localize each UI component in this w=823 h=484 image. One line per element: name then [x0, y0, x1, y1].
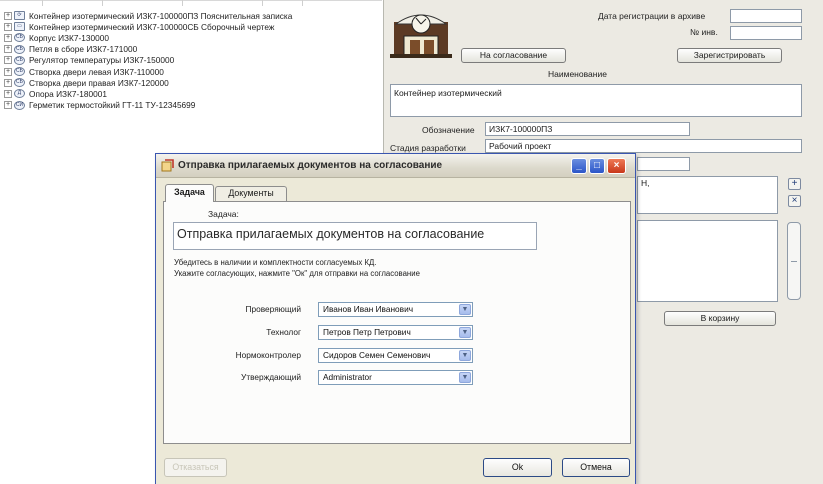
tree-item-label: Створка двери правая ИЗК7-120000 — [29, 77, 169, 88]
notes-scrollbar[interactable] — [787, 222, 801, 300]
name-label: Наименование — [548, 69, 607, 79]
expand-icon[interactable]: + — [4, 78, 12, 87]
tree-item[interactable]: + СБ Створка двери правая ИЗК7-120000 — [4, 77, 292, 88]
checker-value: Иванов Иван Иванович — [323, 304, 414, 314]
expand-icon[interactable]: + — [4, 89, 12, 98]
tree-item[interactable]: + Д Опора ИЗК7-180001 — [4, 88, 292, 99]
document-icon: ▭ — [14, 22, 25, 32]
tab-documents[interactable]: Документы — [215, 186, 287, 201]
column-separator — [182, 0, 183, 6]
tree-item[interactable]: + СБ Створка двери левая ИЗК7-110000 — [4, 66, 292, 77]
norm-controller-label: Нормоконтролер — [235, 350, 301, 360]
assembly-icon: СБ — [14, 44, 25, 54]
maximize-icon[interactable]: □ — [589, 158, 605, 174]
expand-icon[interactable]: + — [4, 33, 12, 42]
tree-item[interactable]: + ⟳ Контейнер изотермический ИЗК7-100000… — [4, 10, 292, 21]
column-separator — [102, 0, 103, 6]
inventory-number-field[interactable] — [730, 26, 802, 40]
approver-value: Administrator — [323, 372, 372, 382]
technologist-select[interactable]: Петров Петр Петрович ▼ — [318, 325, 473, 340]
add-to-cart-button[interactable]: В корзину — [664, 311, 776, 326]
tab-task[interactable]: Задача — [165, 184, 214, 202]
notes-field[interactable] — [637, 220, 778, 302]
designation-label: Обозначение — [422, 125, 475, 135]
expand-icon[interactable]: + — [4, 11, 12, 20]
tree-item[interactable]: + СБ Корпус ИЗК7-130000 — [4, 32, 292, 43]
approvers-list[interactable]: Н, — [637, 176, 778, 214]
assembly-icon: СБ — [14, 78, 25, 88]
approver-label: Утверждающий — [241, 372, 301, 382]
tree-item[interactable]: + СБ Регулятор температуры ИЗК7-150000 — [4, 55, 292, 66]
archive-emblem-icon — [390, 14, 452, 58]
hint-line-1: Убедитесь в наличии и комплектности согл… — [174, 258, 377, 267]
inventory-number-label: № инв. — [690, 27, 718, 37]
column-separator — [262, 0, 263, 6]
ok-button[interactable]: Ok — [483, 458, 552, 477]
tree-item-label: Герметик термостойкий ГТ-11 ТУ-12345699 — [29, 100, 196, 111]
column-separator — [302, 0, 303, 6]
technologist-label: Технолог — [266, 327, 301, 337]
tree-item-label: Контейнер изотермический ИЗК7-100000ПЗ П… — [29, 10, 293, 21]
technologist-value: Петров Петр Петрович — [323, 327, 411, 337]
chevron-down-icon[interactable]: ▼ — [459, 350, 471, 361]
tree-item[interactable]: + СБ Петля в сборе ИЗК7-171000 — [4, 44, 292, 55]
stage-field[interactable]: Рабочий проект — [485, 139, 802, 153]
scrollbar-grip-icon — [791, 261, 797, 262]
structure-tree: + ⟳ Контейнер изотермический ИЗК7-100000… — [4, 10, 292, 111]
stage-label: Стадия разработки — [390, 143, 466, 153]
task-label: Задача: — [208, 209, 239, 219]
dialog-titlebar[interactable]: Отправка прилагаемых документов на согла… — [156, 154, 635, 178]
expand-icon[interactable]: + — [4, 45, 12, 54]
tree-item-label: Корпус ИЗК7-130000 — [29, 32, 109, 43]
checker-select[interactable]: Иванов Иван Иванович ▼ — [318, 302, 473, 317]
send-for-approval-button[interactable]: На согласование — [461, 48, 566, 63]
close-icon[interactable]: × — [607, 158, 626, 174]
cancel-button[interactable]: Отмена — [562, 458, 630, 477]
archive-date-field[interactable] — [730, 9, 802, 23]
chevron-down-icon[interactable]: ▼ — [459, 327, 471, 338]
name-field[interactable]: Контейнер изотермический — [390, 84, 802, 117]
checker-label: Проверяющий — [245, 304, 301, 314]
expand-icon[interactable]: + — [4, 22, 12, 31]
expand-icon[interactable]: + — [4, 56, 12, 65]
tree-item[interactable]: + СИ Герметик термостойкий ГТ-11 ТУ-1234… — [4, 100, 292, 111]
assembly-icon: СБ — [14, 55, 25, 65]
chevron-down-icon[interactable]: ▼ — [459, 372, 471, 383]
tree-item-label: Створка двери левая ИЗК7-110000 — [29, 66, 164, 77]
task-tab-panel: Задача: Отправка прилагаемых документов … — [163, 201, 631, 444]
approver-select[interactable]: Administrator ▼ — [318, 370, 473, 385]
standard-part-icon: СИ — [14, 100, 25, 110]
expand-icon[interactable]: + — [4, 101, 12, 110]
approval-dialog: Отправка прилагаемых документов на согла… — [155, 153, 636, 484]
hint-line-2: Укажите согласующих, нажмите "Ок" для от… — [174, 269, 420, 278]
dialog-title: Отправка прилагаемых документов на согла… — [178, 160, 443, 171]
tree-header-rule — [0, 0, 382, 1]
secondary-field[interactable] — [637, 157, 690, 171]
decline-button: Отказаться — [164, 458, 227, 477]
assembly-icon: СБ — [14, 33, 25, 43]
send-document-icon — [161, 159, 174, 172]
assembly-icon: СБ — [14, 67, 25, 77]
designation-field[interactable]: ИЗК7-100000ПЗ — [485, 122, 690, 136]
tree-item-label: Петля в сборе ИЗК7-171000 — [29, 44, 138, 55]
task-text-field[interactable]: Отправка прилагаемых документов на согла… — [173, 222, 537, 250]
tree-item[interactable]: + ▭ Контейнер изотермический ИЗК7-100000… — [4, 21, 292, 32]
minimize-icon[interactable]: _ — [571, 158, 587, 174]
archive-date-label: Дата регистрации в архиве — [598, 11, 706, 21]
norm-controller-value: Сидоров Семен Семенович — [323, 350, 431, 360]
tree-item-label: Опора ИЗК7-180001 — [29, 88, 107, 99]
approvers-list-text: Н, — [641, 178, 650, 188]
expand-icon[interactable]: + — [4, 67, 12, 76]
remove-icon[interactable]: × — [788, 195, 801, 207]
chevron-down-icon[interactable]: ▼ — [459, 304, 471, 315]
add-icon[interactable]: + — [788, 178, 801, 190]
tree-item-label: Контейнер изотермический ИЗК7-100000СБ С… — [29, 21, 275, 32]
tree-item-label: Регулятор температуры ИЗК7-150000 — [29, 55, 175, 66]
register-button[interactable]: Зарегистрировать — [677, 48, 782, 63]
part-icon: Д — [14, 89, 25, 99]
document-link-icon: ⟳ — [14, 11, 25, 21]
column-separator — [42, 0, 43, 6]
norm-controller-select[interactable]: Сидоров Семен Семенович ▼ — [318, 348, 473, 363]
